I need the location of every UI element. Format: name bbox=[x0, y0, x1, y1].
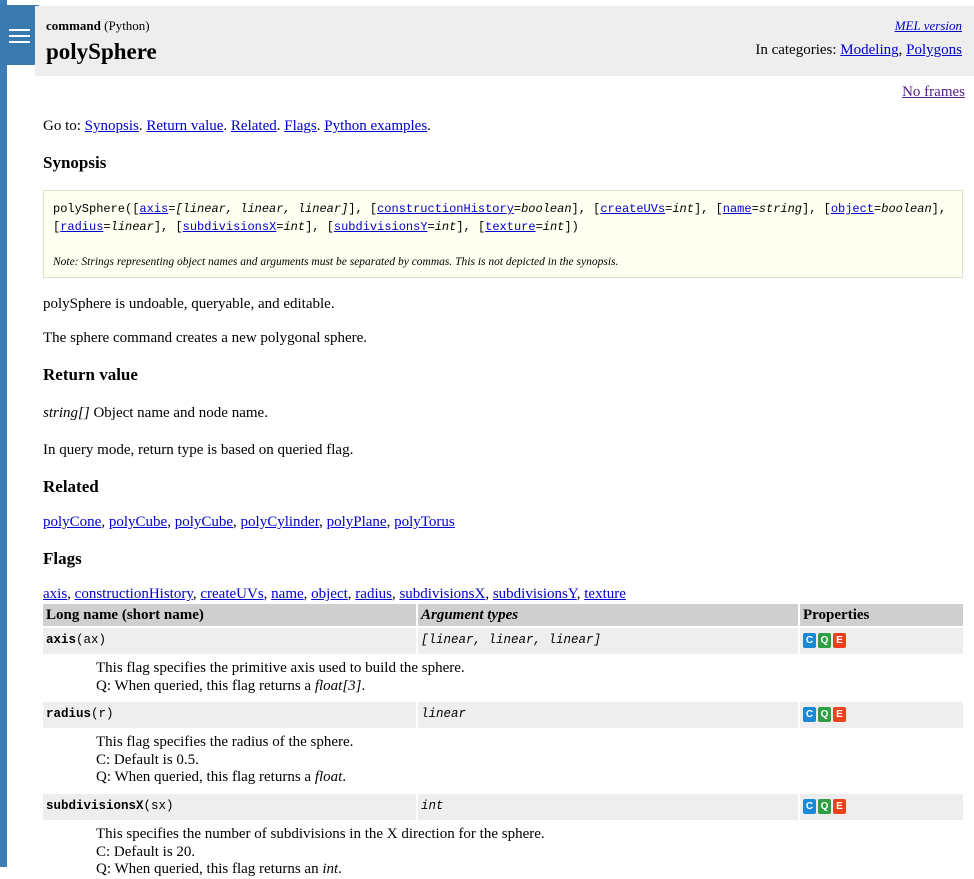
query-badge: Q bbox=[818, 633, 831, 649]
goto-nav: Go to: Synopsis. Return value. Related. … bbox=[43, 118, 431, 134]
flag-desc-line: This flag specifies the radius of the sp… bbox=[96, 734, 354, 750]
flag-links: axis, constructionHistory, createUVs, na… bbox=[43, 586, 626, 602]
related-heading: Related bbox=[43, 477, 99, 496]
flag-row-subdivisionsx-properties: CQE bbox=[800, 794, 963, 820]
create-badge: C bbox=[803, 707, 816, 723]
create-badge: C bbox=[803, 633, 816, 649]
goto-flags-link[interactable]: Flags bbox=[284, 118, 317, 134]
flags-heading: Flags bbox=[43, 549, 82, 568]
undoable-text: polySphere is undoable, queryable, and e… bbox=[43, 296, 335, 312]
edit-badge: E bbox=[833, 633, 846, 649]
hamburger-icon-line bbox=[9, 41, 30, 43]
related-link-polycube-2[interactable]: polyCube bbox=[175, 514, 233, 530]
hamburger-icon bbox=[9, 29, 30, 31]
syn-subdivisionsx-link[interactable]: subdivisionsX bbox=[183, 220, 277, 234]
syn-radius-link[interactable]: radius bbox=[60, 220, 103, 234]
col-header-long-name: Long name (short name) bbox=[43, 604, 416, 626]
related-links: polyCone, polyCube, polyCube, polyCylind… bbox=[43, 514, 455, 530]
syn-object-link[interactable]: object bbox=[831, 202, 874, 216]
command-description: The sphere command creates a new polygon… bbox=[43, 330, 368, 346]
flag-row-axis-description: This flag specifies the primitive axis u… bbox=[96, 660, 465, 695]
edit-badge: E bbox=[833, 707, 846, 723]
goto-synopsis-link[interactable]: Synopsis bbox=[85, 118, 139, 134]
menu-button[interactable] bbox=[0, 5, 39, 65]
goto-label: Go to: bbox=[43, 118, 81, 134]
flag-desc-line: This flag specifies the primitive axis u… bbox=[96, 660, 465, 676]
flag-desc-line: This specifies the number of subdivision… bbox=[96, 826, 545, 842]
goto-return-link[interactable]: Return value bbox=[146, 118, 223, 134]
goto-related-link[interactable]: Related bbox=[231, 118, 277, 134]
flag-row-axis-properties: CQE bbox=[800, 628, 963, 654]
mel-version-link[interactable]: MEL version bbox=[895, 18, 962, 34]
syn-constructionhistory-link[interactable]: constructionHistory bbox=[377, 202, 514, 216]
syn-name-link[interactable]: name bbox=[723, 202, 752, 216]
flag-link-object[interactable]: object bbox=[311, 586, 348, 602]
syn-subdivisionsy-link[interactable]: subdivisionsY bbox=[334, 220, 428, 234]
syn-createuvs-link[interactable]: createUVs bbox=[600, 202, 665, 216]
related-link-polycylinder[interactable]: polyCylinder bbox=[241, 514, 320, 530]
flag-link-axis[interactable]: axis bbox=[43, 586, 67, 602]
query-badge: Q bbox=[818, 707, 831, 723]
categories-label: In categories: bbox=[755, 42, 837, 58]
category-link-polygons[interactable]: Polygons bbox=[906, 42, 962, 58]
flag-link-texture[interactable]: texture bbox=[584, 586, 626, 602]
flag-link-constructionhistory[interactable]: constructionHistory bbox=[75, 586, 193, 602]
flag-row-subdivisionsx-name: subdivisionsX(sx) bbox=[43, 794, 416, 820]
page-header: command (Python) polySphere MEL version … bbox=[35, 6, 974, 76]
create-badge: C bbox=[803, 799, 816, 815]
flag-row-subdivisionsx-description: This specifies the number of subdivision… bbox=[96, 826, 545, 879]
return-value-heading: Return value bbox=[43, 365, 138, 384]
flag-row-radius-name: radius(r) bbox=[43, 702, 416, 728]
flag-row-radius-properties: CQE bbox=[800, 702, 963, 728]
flag-query-line: Q: When queried, this flag returns a flo… bbox=[96, 677, 366, 694]
left-frame-bar bbox=[0, 0, 7, 867]
col-header-argument-types: Argument types bbox=[418, 604, 798, 626]
related-link-polyplane[interactable]: polyPlane bbox=[327, 514, 387, 530]
flag-link-createuvs[interactable]: createUVs bbox=[200, 586, 263, 602]
edit-badge: E bbox=[833, 799, 846, 815]
synopsis-line-1: polySphere([axis=[linear, linear, linear… bbox=[53, 202, 947, 216]
return-type: string[] bbox=[43, 405, 90, 421]
flag-row-subdivisionsx-arg: int bbox=[418, 794, 798, 820]
flag-link-name[interactable]: name bbox=[271, 586, 303, 602]
no-frames-link[interactable]: No frames bbox=[902, 84, 965, 101]
category-link-modeling[interactable]: Modeling bbox=[840, 42, 898, 58]
flag-row-radius-description: This flag specifies the radius of the sp… bbox=[96, 734, 353, 787]
flag-link-subdivisionsy[interactable]: subdivisionsY bbox=[493, 586, 577, 602]
return-value-text: string[] Object name and node name. bbox=[43, 405, 268, 422]
categories: In categories: Modeling, Polygons bbox=[755, 42, 962, 58]
related-link-polytorus[interactable]: polyTorus bbox=[394, 514, 455, 530]
flag-default-line: C: Default is 0.5. bbox=[96, 751, 199, 768]
flag-link-radius[interactable]: radius bbox=[355, 586, 392, 602]
syn-axis-link[interactable]: axis bbox=[139, 202, 168, 216]
col-header-properties: Properties bbox=[800, 604, 963, 626]
query-return-text: In query mode, return type is based on q… bbox=[43, 442, 354, 458]
related-link-polycube[interactable]: polyCube bbox=[109, 514, 167, 530]
flag-default-line: C: Default is 20. bbox=[96, 843, 196, 860]
synopsis-box: polySphere([axis=[linear, linear, linear… bbox=[43, 190, 963, 278]
flag-row-axis-arg: [linear, linear, linear] bbox=[418, 628, 798, 654]
synopsis-line-2: [radius=linear], [subdivisionsX=int], [s… bbox=[53, 220, 579, 234]
flag-row-radius-arg: linear bbox=[418, 702, 798, 728]
command-kind: command (Python) bbox=[46, 18, 150, 33]
query-badge: Q bbox=[818, 799, 831, 815]
related-link-polycone[interactable]: polyCone bbox=[43, 514, 101, 530]
goto-examples-link[interactable]: Python examples bbox=[324, 118, 427, 134]
hamburger-icon-line bbox=[9, 35, 30, 37]
synopsis-note: Note: Strings representing object names … bbox=[53, 256, 619, 268]
return-desc: Object name and node name. bbox=[93, 405, 268, 421]
flag-link-subdivisionsx[interactable]: subdivisionsX bbox=[399, 586, 485, 602]
flag-query-line: Q: When queried, this flag returns an in… bbox=[96, 861, 342, 877]
flag-row-axis-name: axis(ax) bbox=[43, 628, 416, 654]
page-title: polySphere bbox=[46, 39, 157, 64]
synopsis-heading: Synopsis bbox=[43, 153, 107, 172]
syn-texture-link[interactable]: texture bbox=[485, 220, 535, 234]
flag-query-line: Q: When queried, this flag returns a flo… bbox=[96, 769, 347, 785]
